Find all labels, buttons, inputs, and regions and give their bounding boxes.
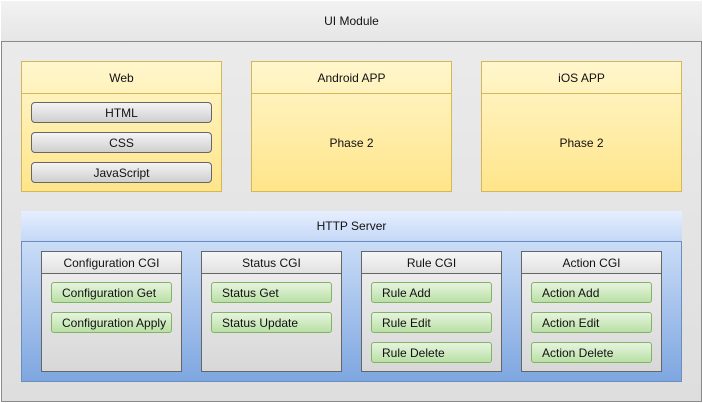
status-get-item: Status Get xyxy=(211,282,332,303)
android-app-phase: Phase 2 xyxy=(329,136,374,150)
http-server-title: HTTP Server xyxy=(21,211,682,242)
status-update-item: Status Update xyxy=(211,312,332,333)
rule-delete-item: Rule Delete xyxy=(371,342,492,363)
ios-app-phase: Phase 2 xyxy=(559,136,604,150)
rule-cgi-title: Rule CGI xyxy=(362,252,501,274)
android-app-box: Android APP Phase 2 xyxy=(251,61,452,192)
configuration-cgi-title: Configuration CGI xyxy=(42,252,181,274)
web-item-html: HTML xyxy=(31,102,212,123)
configuration-get-item: Configuration Get xyxy=(51,282,172,303)
action-delete-item: Action Delete xyxy=(531,342,652,363)
action-add-item: Action Add xyxy=(531,282,652,303)
android-app-title: Android APP xyxy=(252,62,451,94)
rule-edit-item: Rule Edit xyxy=(371,312,492,333)
ios-app-title: iOS APP xyxy=(482,62,681,94)
web-item-javascript: JavaScript xyxy=(31,162,212,183)
rule-add-item: Rule Add xyxy=(371,282,492,303)
web-title: Web xyxy=(22,62,221,94)
action-edit-item: Action Edit xyxy=(531,312,652,333)
configuration-apply-item: Configuration Apply xyxy=(51,312,172,333)
action-cgi-title: Action CGI xyxy=(522,252,661,274)
ui-module-title: UI Module xyxy=(1,1,702,42)
status-cgi-title: Status CGI xyxy=(202,252,341,274)
web-item-css: CSS xyxy=(31,132,212,153)
ios-app-box: iOS APP Phase 2 xyxy=(481,61,682,192)
